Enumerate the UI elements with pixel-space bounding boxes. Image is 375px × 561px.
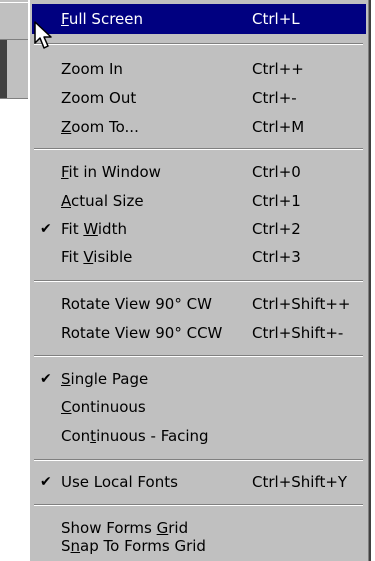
menu-item-label: Rotate View 90° CCW	[61, 324, 223, 342]
menu-separator	[34, 280, 363, 282]
menu-item-zoom-in[interactable]: Zoom In Ctrl++	[32, 54, 366, 84]
menu-item-fit-in-window[interactable]: Fit in Window Ctrl+0	[32, 157, 366, 187]
menu-separator	[34, 43, 363, 45]
menu-item-label: Fit in Window	[61, 163, 161, 181]
menu-item-label: Fit Width	[61, 220, 127, 238]
background-dark-panel	[0, 40, 7, 98]
menu-item-label: Continuous	[61, 398, 146, 416]
menu-item-shortcut: Ctrl+L	[252, 10, 300, 28]
menu-item-use-local-fonts[interactable]: ✔ Use Local Fonts Ctrl+Shift+Y	[32, 467, 366, 497]
menu-separator	[34, 504, 363, 506]
menu-item-label: Rotate View 90° CW	[61, 295, 212, 313]
menu-item-label: Fit Visible	[61, 248, 133, 266]
menu-item-shortcut: Ctrl+1	[252, 192, 301, 210]
arrow-cursor-icon	[34, 21, 52, 49]
menu-item-fit-visible[interactable]: Fit Visible Ctrl+3	[32, 242, 366, 272]
menu-item-snap-to-forms-grid[interactable]: Snap To Forms Grid	[32, 531, 366, 561]
background-window-fragment	[0, 0, 28, 99]
menu-item-shortcut: Ctrl+M	[252, 118, 305, 136]
menu-item-shortcut: Ctrl+3	[252, 248, 301, 266]
menu-item-label: Full Screen	[61, 10, 143, 28]
menu-item-actual-size[interactable]: Actual Size Ctrl+1	[32, 186, 366, 216]
menu-separator	[34, 355, 363, 357]
menu-item-label: Snap To Forms Grid	[61, 537, 206, 555]
menu-item-shortcut: Ctrl+Shift++	[252, 295, 351, 313]
checkmark-icon: ✔	[40, 474, 52, 490]
background-toolbar	[0, 2, 28, 40]
menu-item-full-screen[interactable]: Full Screen Ctrl+L	[32, 4, 366, 34]
menu-separator	[34, 459, 363, 461]
menu-item-zoom-to[interactable]: Zoom To... Ctrl+M	[32, 112, 366, 142]
menu-item-label: Actual Size	[61, 192, 144, 210]
menu-item-label: Zoom To...	[61, 118, 139, 136]
menu-item-shortcut: Ctrl+Shift+-	[252, 324, 344, 342]
menu-item-label: Single Page	[61, 370, 149, 388]
menu-item-shortcut: Ctrl+Shift+Y	[252, 473, 348, 491]
checkmark-icon: ✔	[40, 221, 52, 237]
menu-item-label: Continuous - Facing	[61, 427, 209, 445]
menu-item-rotate-ccw[interactable]: Rotate View 90° CCW Ctrl+Shift+-	[32, 318, 366, 348]
menu-item-continuous[interactable]: Continuous	[32, 392, 366, 422]
menu-item-shortcut: Ctrl++	[252, 60, 304, 78]
menu-item-shortcut: Ctrl+2	[252, 220, 301, 238]
menu-item-label: Zoom In	[61, 60, 123, 78]
background-light-panel	[7, 40, 28, 98]
menu-item-rotate-cw[interactable]: Rotate View 90° CW Ctrl+Shift++	[32, 289, 366, 319]
menu-item-shortcut: Ctrl+0	[252, 163, 301, 181]
menu-separator	[34, 148, 363, 150]
menu-item-continuous-facing[interactable]: Continuous - Facing	[32, 421, 366, 451]
checkmark-icon: ✔	[40, 371, 52, 387]
menu-item-shortcut: Ctrl+-	[252, 89, 297, 107]
menu-item-label: Use Local Fonts	[61, 473, 178, 491]
menu-item-fit-width[interactable]: ✔ Fit Width Ctrl+2	[32, 214, 366, 244]
menu-item-zoom-out[interactable]: Zoom Out Ctrl+-	[32, 83, 366, 113]
menu-item-label: Zoom Out	[61, 89, 137, 107]
view-menu-popup: Full Screen Ctrl+L Zoom In Ctrl++ Zoom O…	[29, 0, 371, 561]
menu-item-single-page[interactable]: ✔ Single Page	[32, 364, 366, 394]
